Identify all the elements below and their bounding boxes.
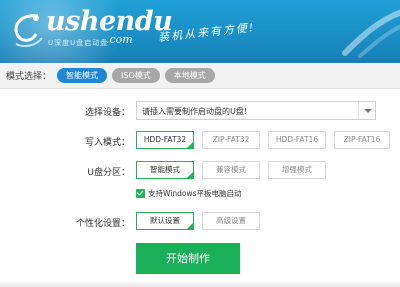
brush-stroke-icon <box>342 9 400 58</box>
tablet-boot-checkbox-row[interactable]: 支持Windows平板电脑启动 <box>136 188 241 199</box>
device-row: 选择设备： 请插入需要制作启动盘的U盘! <box>0 101 400 121</box>
partition-label: U盘分区： <box>87 168 130 178</box>
write-zip-fat32-option[interactable]: ZIP-FAT32 <box>202 131 260 149</box>
custom-settings-label: 个性化设置： <box>75 219 130 229</box>
default-settings-option[interactable]: 默认设置 <box>136 212 194 230</box>
device-select-value: 请插入需要制作启动盘的U盘! <box>142 107 248 116</box>
write-mode-label: 写入模式： <box>84 138 130 148</box>
partition-compatible-option[interactable]: 兼容模式 <box>202 161 260 179</box>
partition-row: U盘分区： 智能模式 兼容模式 增强模式 <box>0 161 400 181</box>
mode-label: 模式选择： <box>6 72 52 82</box>
mode-local-button[interactable]: 本地模式 <box>164 68 215 83</box>
partition-smart-option[interactable]: 智能模式 <box>136 161 194 179</box>
tablet-boot-checkbox[interactable] <box>136 189 145 198</box>
write-mode-row: 写入模式： HDD-FAT32 ZIP-FAT32 HDD-FAT16 ZIP-… <box>0 131 400 151</box>
mode-iso-button[interactable]: ISO模式 <box>112 68 160 83</box>
advanced-settings-option[interactable]: 高级设置 <box>202 212 260 230</box>
write-hdd-fat16-option[interactable]: HDD-FAT16 <box>268 131 326 149</box>
logo-subtitle: U深度U盘启动盘 <box>48 39 109 47</box>
bottom-divider <box>0 281 400 287</box>
write-hdd-fat32-option[interactable]: HDD-FAT32 <box>136 131 194 149</box>
write-zip-fat16-option[interactable]: ZIP-FAT16 <box>334 131 390 149</box>
custom-settings-row: 个性化设置： 默认设置 高级设置 <box>0 212 400 232</box>
logo-domain: .com <box>106 33 133 46</box>
mode-smart-button[interactable]: 智能模式 <box>57 68 108 83</box>
device-select[interactable]: 请插入需要制作启动盘的U盘! <box>136 101 376 120</box>
tablet-boot-checkbox-label: 支持Windows平板电脑启动 <box>148 189 242 198</box>
start-make-button[interactable]: 开始制作 <box>136 243 240 274</box>
device-label: 选择设备： <box>84 108 130 118</box>
mode-bar: 模式选择： 智能模式 ISO模式 本地模式 <box>0 63 400 89</box>
partition-enhanced-option[interactable]: 增强模式 <box>268 161 326 179</box>
app-header: ushendu U深度U盘启动盘 .com 装机从来有方便! <box>0 0 400 63</box>
chevron-down-icon[interactable] <box>358 102 375 119</box>
logo-swirl-icon <box>14 14 43 47</box>
